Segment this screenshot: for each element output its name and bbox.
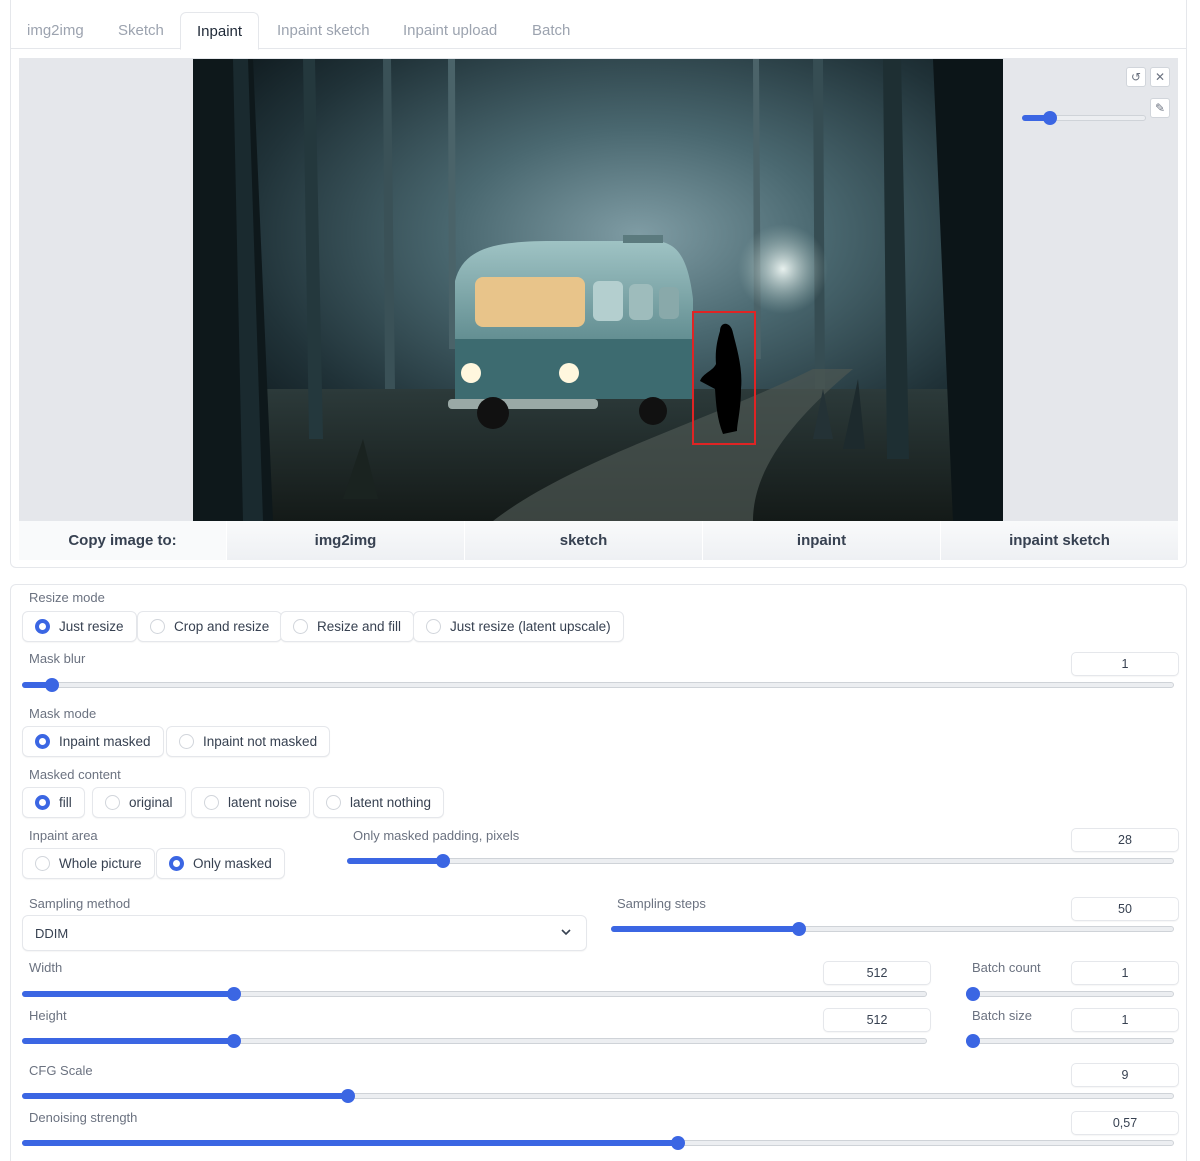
sampling-steps-slider[interactable] <box>611 921 1174 937</box>
denoising-strength-label: Denoising strength <box>29 1110 138 1125</box>
option-label: Whole picture <box>59 856 142 871</box>
masked-content-latent-noise[interactable]: latent noise <box>191 787 311 818</box>
tab-img2img[interactable]: img2img <box>27 12 84 49</box>
mask-blur-slider[interactable] <box>22 677 1174 693</box>
undo-icon[interactable]: ↺ <box>1126 67 1146 87</box>
option-label: Just resize <box>59 619 124 634</box>
sampling-steps-label: Sampling steps <box>617 896 706 911</box>
resize-option-resize-and-fill[interactable]: Resize and fill <box>280 611 415 642</box>
mask-mode-label: Mask mode <box>29 706 97 721</box>
batch-count-input[interactable]: 1 <box>1071 961 1179 985</box>
radio-dot <box>169 856 184 871</box>
batch-size-label: Batch size <box>972 1008 1032 1023</box>
mask-mode-inpaint-masked[interactable]: Inpaint masked <box>22 726 164 757</box>
masked-content-label: Masked content <box>29 767 121 782</box>
inpaint-image[interactable] <box>193 59 1003 521</box>
denoising-strength-input[interactable]: 0,57 <box>1071 1111 1179 1135</box>
only-masked-padding-input[interactable]: 28 <box>1071 828 1179 852</box>
brush-size-slider[interactable] <box>1022 110 1146 126</box>
option-label: latent nothing <box>350 795 432 810</box>
tab-batch[interactable]: Batch <box>532 12 570 49</box>
resize-option-latent-upscale[interactable]: Just resize (latent upscale) <box>413 611 624 642</box>
mask-mode-inpaint-not-masked[interactable]: Inpaint not masked <box>166 726 331 757</box>
height-slider[interactable] <box>22 1033 927 1049</box>
copy-to-inpaint-button[interactable]: inpaint <box>702 521 940 560</box>
option-label: Resize and fill <box>317 619 402 634</box>
height-input[interactable]: 512 <box>823 1008 931 1032</box>
tab-sketch[interactable]: Sketch <box>118 12 164 49</box>
option-label: Only masked <box>193 856 272 871</box>
copy-to-sketch-button[interactable]: sketch <box>464 521 702 560</box>
only-masked-padding-label: Only masked padding, pixels <box>353 828 520 843</box>
radio-dot <box>326 795 341 810</box>
radio-dot <box>293 619 308 634</box>
radio-dot <box>35 856 50 871</box>
brush-icon[interactable]: ✎ <box>1150 98 1170 118</box>
radio-dot <box>35 619 50 634</box>
cfg-scale-input[interactable]: 9 <box>1071 1063 1179 1087</box>
only-masked-padding-slider[interactable] <box>347 853 1174 869</box>
mode-tabs: img2img Sketch Inpaint Inpaint sketch In… <box>10 12 1187 50</box>
width-slider[interactable] <box>22 986 927 1002</box>
batch-count-slider[interactable] <box>966 986 1174 1002</box>
tab-inpaint[interactable]: Inpaint <box>180 12 260 50</box>
sampling-method-select[interactable]: DDIM <box>22 915 587 951</box>
resize-option-just-resize[interactable]: Just resize <box>22 611 137 642</box>
sampling-method-label: Sampling method <box>29 896 131 911</box>
cfg-scale-slider[interactable] <box>22 1088 1174 1104</box>
option-label: original <box>129 795 173 810</box>
denoising-strength-slider[interactable] <box>22 1135 1174 1151</box>
mask-blur-input[interactable]: 1 <box>1071 652 1179 676</box>
option-label: Crop and resize <box>174 619 270 634</box>
radio-dot <box>150 619 165 634</box>
option-label: Inpaint masked <box>59 734 151 749</box>
copy-image-label: Copy image to: <box>68 532 177 549</box>
resize-mode-label: Resize mode <box>29 590 105 605</box>
inpaint-area-whole-picture[interactable]: Whole picture <box>22 848 155 879</box>
chevron-down-icon <box>561 929 571 936</box>
masked-content-fill[interactable]: fill <box>22 787 85 818</box>
sampling-method-value: DDIM <box>35 925 69 941</box>
batch-count-label: Batch count <box>972 960 1041 975</box>
inpaint-area-label: Inpaint area <box>29 828 98 843</box>
masked-content-latent-nothing[interactable]: latent nothing <box>313 787 445 818</box>
mask-blur-label: Mask blur <box>29 651 86 666</box>
resize-option-crop-and-resize[interactable]: Crop and resize <box>137 611 283 642</box>
radio-dot <box>179 734 194 749</box>
tab-inpaint-sketch[interactable]: Inpaint sketch <box>277 12 370 49</box>
sampling-steps-input[interactable]: 50 <box>1071 897 1179 921</box>
width-input[interactable]: 512 <box>823 961 931 985</box>
option-label: latent noise <box>228 795 298 810</box>
radio-dot <box>35 795 50 810</box>
inpaint-area-only-masked[interactable]: Only masked <box>156 848 285 879</box>
cfg-scale-label: CFG Scale <box>29 1063 93 1078</box>
height-label: Height <box>29 1008 67 1023</box>
option-label: fill <box>59 795 72 810</box>
tab-inpaint-upload[interactable]: Inpaint upload <box>403 12 497 49</box>
option-label: Just resize (latent upscale) <box>450 619 611 634</box>
close-icon[interactable]: ✕ <box>1150 67 1170 87</box>
copy-to-img2img-button[interactable]: img2img <box>226 521 464 560</box>
masked-content-original[interactable]: original <box>92 787 186 818</box>
copy-to-inpaint-sketch-button[interactable]: inpaint sketch <box>940 521 1178 560</box>
radio-dot <box>105 795 120 810</box>
width-label: Width <box>29 960 63 975</box>
batch-size-slider[interactable] <box>966 1033 1174 1049</box>
batch-size-input[interactable]: 1 <box>1071 1008 1179 1032</box>
radio-dot <box>204 795 219 810</box>
radio-dot <box>35 734 50 749</box>
radio-dot <box>426 619 441 634</box>
option-label: Inpaint not masked <box>203 734 318 749</box>
